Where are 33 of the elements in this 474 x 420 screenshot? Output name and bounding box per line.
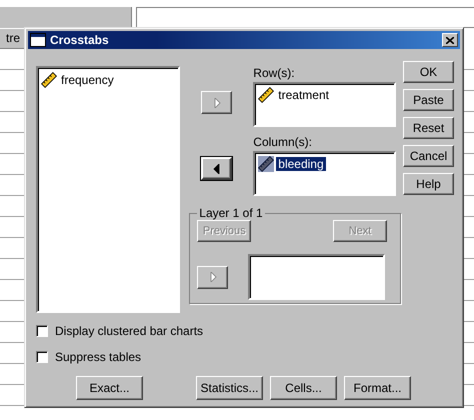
layer-list[interactable] <box>248 254 386 300</box>
variable-name: frequency <box>60 73 115 87</box>
window-icon <box>30 33 46 47</box>
dialog-button[interactable]: Help <box>403 173 454 195</box>
list-label: Column(s): <box>253 135 313 149</box>
checkbox[interactable] <box>36 325 48 337</box>
variable-item[interactable]: frequency <box>41 71 176 89</box>
dialog-button[interactable]: Cells... <box>270 376 337 400</box>
list-label: Row(s): <box>253 66 296 80</box>
close-button[interactable] <box>442 33 458 47</box>
dialog-button[interactable]: Statistics... <box>196 376 263 400</box>
group-title: Layer 1 of 1 <box>198 206 264 220</box>
ruler-icon <box>258 156 274 172</box>
dialog-button[interactable]: Cancel <box>403 145 454 167</box>
move-button[interactable] <box>201 157 232 180</box>
cell-entry-field[interactable] <box>136 7 474 28</box>
dialog-button[interactable]: Format... <box>344 376 411 400</box>
variable-name: treatment <box>277 88 330 102</box>
dialog-button[interactable]: Paste <box>403 89 454 111</box>
dialog-button[interactable]: Exact... <box>76 376 143 400</box>
variable-list[interactable]: treatment <box>253 82 396 127</box>
window-title: Crosstabs <box>50 33 110 47</box>
variable-list[interactable]: bleeding <box>253 151 396 196</box>
variable-list[interactable]: frequency <box>36 66 180 313</box>
variable-name: bleeding <box>276 157 326 171</box>
dialog-button[interactable]: Reset <box>403 117 454 139</box>
variable-item[interactable]: bleeding <box>258 155 392 173</box>
checkbox[interactable] <box>36 351 48 363</box>
variable-item[interactable]: treatment <box>258 86 392 104</box>
close-icon <box>446 36 454 44</box>
dialog-button[interactable]: OK <box>403 61 454 83</box>
checkbox-label: Display clustered bar charts <box>55 324 204 338</box>
checkbox-label: Suppress tables <box>55 350 142 364</box>
